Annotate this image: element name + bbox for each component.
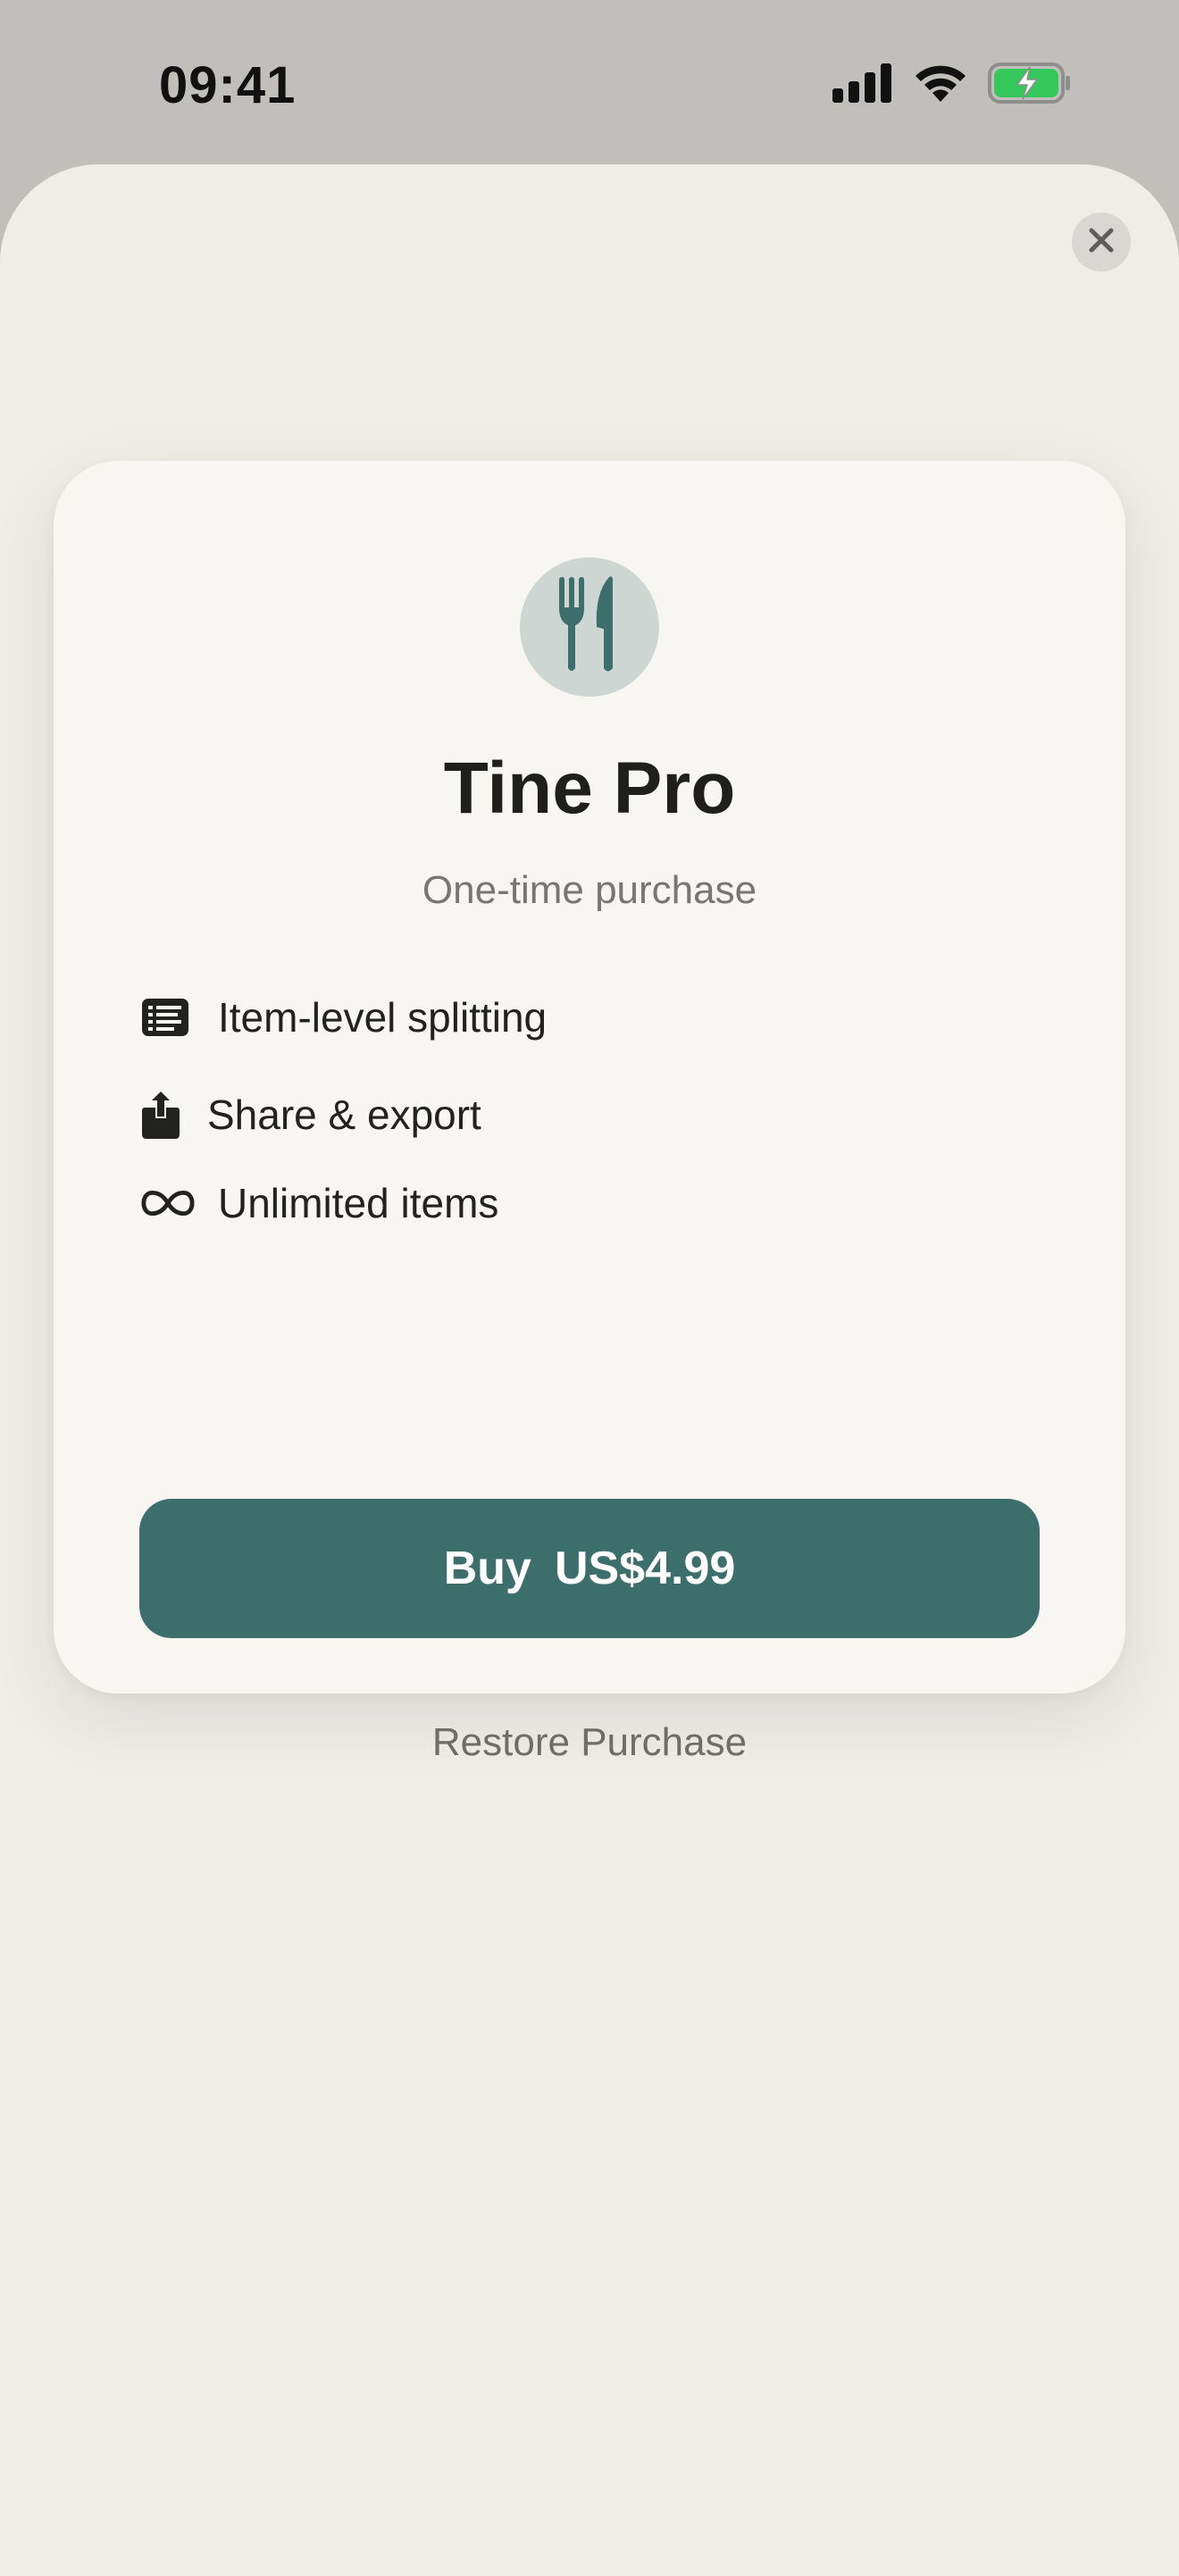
- infinity-icon: [141, 1189, 195, 1217]
- paywall-subtitle: One-time purchase: [422, 868, 757, 912]
- status-time: 09:41: [159, 56, 297, 114]
- buy-button-label: Buy: [443, 1543, 531, 1594]
- feature-label: Unlimited items: [218, 1180, 499, 1226]
- feature-item: Item-level splitting: [141, 993, 547, 1041]
- app-icon: [520, 557, 659, 697]
- paywall-card: Tine Pro One-time purchase Item-level sp…: [54, 461, 1125, 1764]
- feature-label: Item-level splitting: [218, 994, 548, 1041]
- status-bar: 09:41: [0, 0, 1179, 166]
- cellular-signal-icon: [832, 63, 893, 107]
- restore-purchase-link[interactable]: Restore Purchase: [54, 1720, 1125, 1765]
- status-icons: [832, 62, 1072, 108]
- share-icon: [141, 1090, 184, 1140]
- feature-item: Unlimited items: [141, 1179, 498, 1227]
- battery-charging-icon: [988, 62, 1072, 108]
- paywall-title: Tine Pro: [443, 748, 736, 829]
- buy-button[interactable]: Buy US$4.99: [139, 1499, 1040, 1638]
- feature-item: Share & export: [141, 1090, 481, 1140]
- list-icon: [141, 998, 195, 1037]
- feature-label: Share & export: [207, 1091, 481, 1138]
- wifi-icon: [913, 63, 968, 108]
- buy-button-price: US$4.99: [554, 1543, 736, 1594]
- close-button[interactable]: [1072, 213, 1131, 272]
- close-icon: [1088, 227, 1115, 258]
- fork-knife-icon: [554, 575, 625, 680]
